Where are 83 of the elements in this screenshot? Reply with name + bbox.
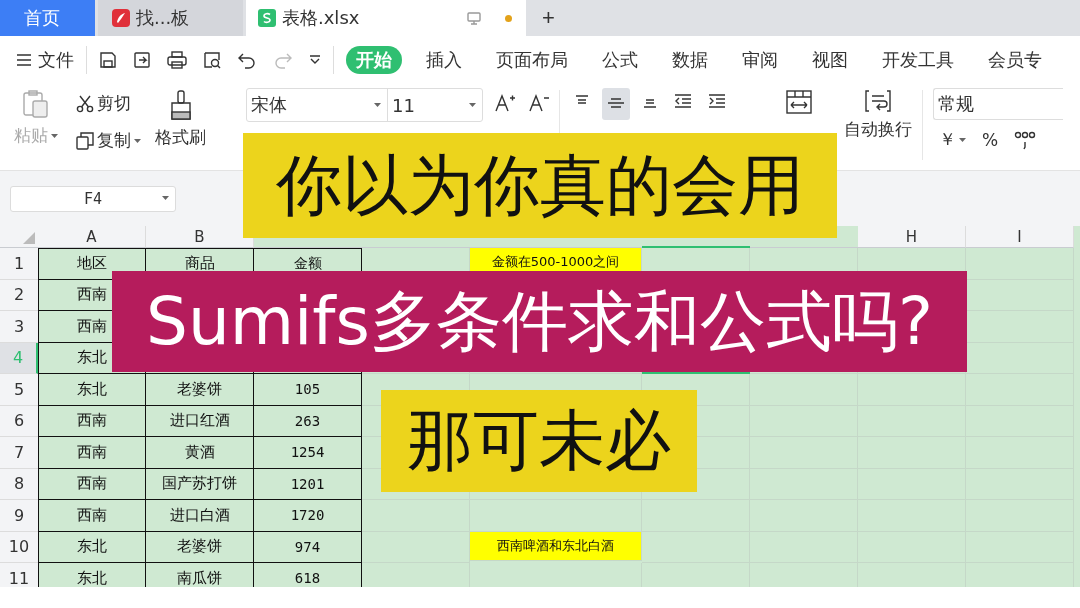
table-cell: 黄酒 bbox=[146, 437, 254, 469]
table-cell: 东北 bbox=[38, 374, 146, 406]
table-cell: 974 bbox=[254, 531, 362, 563]
dropdown-icon[interactable] bbox=[309, 54, 321, 66]
column-header[interactable]: H bbox=[858, 226, 966, 248]
table-cell: 西南 bbox=[38, 468, 146, 500]
ribbon-tab[interactable]: 视图 bbox=[802, 46, 858, 74]
row-header[interactable]: 8 bbox=[0, 468, 38, 500]
cut-button[interactable]: 剪切 bbox=[76, 92, 141, 115]
scissors-icon bbox=[76, 94, 94, 113]
column-header[interactable]: A bbox=[38, 226, 146, 248]
table-cell: 进口红酒 bbox=[146, 405, 254, 437]
print-icon[interactable] bbox=[167, 51, 187, 69]
column-header[interactable]: I bbox=[966, 226, 1074, 248]
table-cell: 东北 bbox=[38, 531, 146, 563]
table-cell: 西南 bbox=[38, 500, 146, 532]
table-cell: 105 bbox=[254, 374, 362, 406]
export-icon[interactable] bbox=[133, 51, 151, 69]
merge-cells-icon[interactable] bbox=[786, 90, 812, 114]
table-cell: 1720 bbox=[254, 500, 362, 532]
menu-icon[interactable] bbox=[16, 53, 32, 67]
copy-icon bbox=[76, 131, 94, 150]
caption-banner: 那可未必 bbox=[381, 390, 697, 492]
caret-icon bbox=[162, 196, 169, 200]
thousands-separator-icon[interactable] bbox=[1014, 129, 1037, 150]
row-header[interactable]: 2 bbox=[0, 279, 38, 311]
name-box[interactable]: F4 bbox=[10, 186, 176, 212]
new-tab-button[interactable]: + bbox=[538, 5, 559, 31]
table-cell: 263 bbox=[254, 405, 362, 437]
table-cell: 进口白酒 bbox=[146, 500, 254, 532]
paint-brush-icon[interactable] bbox=[169, 90, 192, 120]
table-cell: 618 bbox=[254, 563, 362, 587]
ribbon-tab[interactable]: 会员专 bbox=[978, 46, 1052, 74]
wrap-text-icon[interactable] bbox=[865, 90, 891, 112]
ribbon-tab[interactable]: 审阅 bbox=[732, 46, 788, 74]
ribbon-tab[interactable]: 开发工具 bbox=[872, 46, 964, 74]
copy-button[interactable]: 复制 bbox=[76, 129, 141, 152]
file-menu[interactable]: 文件 bbox=[16, 48, 74, 72]
wrap-text-button[interactable]: 自动换行 bbox=[844, 118, 912, 141]
ribbon-tab[interactable]: 数据 bbox=[662, 46, 718, 74]
row-header[interactable]: 9 bbox=[0, 500, 38, 532]
tab[interactable]: 找...板 bbox=[98, 0, 243, 36]
increase-font-icon[interactable] bbox=[495, 94, 515, 112]
row-header[interactable]: 3 bbox=[0, 311, 38, 343]
table-cell: 老婆饼 bbox=[146, 531, 254, 563]
tab[interactable]: 首页 bbox=[0, 0, 95, 36]
format-painter-button[interactable]: 格式刷 bbox=[155, 126, 206, 149]
table-cell: 1201 bbox=[254, 468, 362, 500]
tab[interactable]: 表格.xlsx bbox=[246, 0, 526, 36]
column-header[interactable]: B bbox=[146, 226, 254, 248]
decrease-font-icon[interactable] bbox=[529, 94, 549, 112]
ribbon-tab[interactable]: 插入 bbox=[416, 46, 472, 74]
caption-banner: 你以为你真的会用 bbox=[243, 133, 837, 238]
row-header[interactable]: 1 bbox=[0, 248, 38, 280]
caption-banner: Sumifs多条件求和公式吗? bbox=[112, 271, 967, 372]
monitor-icon bbox=[467, 11, 481, 25]
table-cell: 国产苏打饼 bbox=[146, 468, 254, 500]
print-preview-icon[interactable] bbox=[203, 51, 221, 69]
currency-button[interactable]: ￥ bbox=[939, 128, 966, 151]
table-cell: 老婆饼 bbox=[146, 374, 254, 406]
row-header[interactable]: 6 bbox=[0, 405, 38, 437]
align-middle-icon[interactable] bbox=[606, 96, 626, 110]
ribbon-tab[interactable]: 页面布局 bbox=[486, 46, 578, 74]
percent-button[interactable]: % bbox=[982, 129, 999, 150]
spreadsheet-icon bbox=[258, 9, 276, 27]
table-cell: 东北 bbox=[38, 563, 146, 587]
undo-icon[interactable] bbox=[237, 51, 257, 69]
table-cell: 1254 bbox=[254, 437, 362, 469]
table-cell: 西南 bbox=[38, 405, 146, 437]
table-cell: 南瓜饼 bbox=[146, 563, 254, 587]
row-header[interactable]: 11 bbox=[0, 563, 38, 587]
row-header[interactable]: 7 bbox=[0, 437, 38, 469]
table-cell: 西南 bbox=[38, 437, 146, 469]
table-cell: 西南啤酒和东北白酒 bbox=[470, 531, 642, 561]
caret-icon bbox=[959, 137, 966, 142]
number-format-field[interactable]: 常规 bbox=[933, 88, 1063, 120]
row-header[interactable]: 5 bbox=[0, 374, 38, 406]
app-logo-icon bbox=[112, 9, 130, 27]
ribbon-tab[interactable]: 公式 bbox=[592, 46, 648, 74]
save-icon[interactable] bbox=[99, 51, 117, 69]
row-header[interactable]: 10 bbox=[0, 531, 38, 563]
caret-icon bbox=[134, 138, 141, 143]
caret-icon bbox=[51, 133, 58, 138]
